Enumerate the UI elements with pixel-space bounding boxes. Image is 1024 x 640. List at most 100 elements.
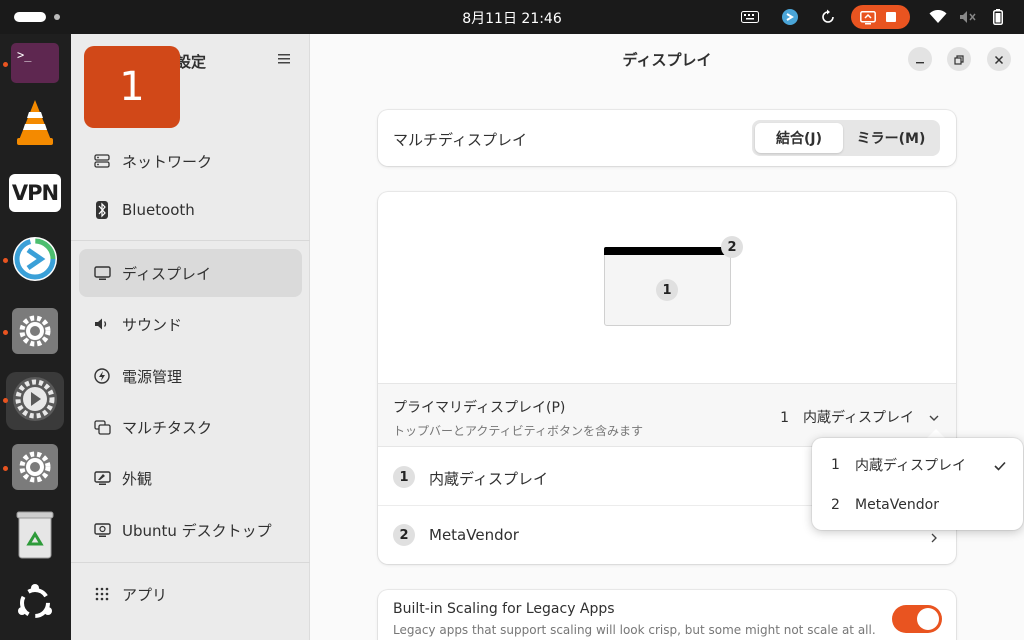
sidebar-title: 設定 <box>176 53 207 71</box>
chevron-down-icon <box>928 409 940 421</box>
sidebar-item-bluetooth[interactable]: Bluetooth <box>79 186 302 234</box>
sidebar-item-label: サウンド <box>122 315 183 334</box>
running-indicator <box>3 466 8 471</box>
dock-settings[interactable] <box>3 304 64 362</box>
display-number-badge: 1 <box>393 466 415 488</box>
volume-muted-icon[interactable] <box>958 8 978 26</box>
popover-option-metavendor[interactable]: 2 MetaVendor <box>820 487 1015 523</box>
primary-display-subtitle: トップバーとアクティビティボタンを含みます <box>393 424 643 438</box>
screen-record-indicator[interactable] <box>851 5 910 29</box>
multi-display-toggle: 結合(J) ミラー(M) <box>752 120 940 156</box>
sidebar-item-display[interactable]: ディスプレイ <box>79 249 302 297</box>
keyboard-icon[interactable] <box>740 8 760 26</box>
legacy-scaling-title: Built-in Scaling for Legacy Apps <box>393 601 615 617</box>
apps-icon <box>92 584 112 604</box>
sidebar-divider <box>71 240 310 241</box>
sidebar-item-network[interactable]: ネットワーク <box>79 137 302 185</box>
dock-trash[interactable] <box>6 508 64 566</box>
remote-desktop-app-icon <box>11 235 59 287</box>
legacy-scaling-card: Built-in Scaling for Legacy Apps Legacy … <box>378 590 956 640</box>
sidebar-item-label: Ubuntu デスクトップ <box>122 521 272 540</box>
multi-display-card: マルチディスプレイ 結合(J) ミラー(M) <box>378 110 956 166</box>
terminal-icon: >_ <box>11 43 59 87</box>
running-indicator <box>3 330 8 335</box>
option-number: 2 <box>831 497 840 513</box>
vpn-icon: VPN <box>9 174 61 212</box>
monitor-2-number[interactable]: 2 <box>721 236 743 258</box>
hamburger-menu-icon[interactable] <box>278 50 294 66</box>
display-name: 内蔵ディスプレイ <box>429 470 548 488</box>
minimize-button[interactable] <box>908 47 932 71</box>
sidebar-item-power[interactable]: 電源管理 <box>79 352 302 400</box>
dock-vlc[interactable] <box>6 96 64 154</box>
settings-gear-icon <box>12 444 58 494</box>
power-icon <box>92 366 112 386</box>
switch-knob <box>917 608 939 630</box>
sidebar-item-appearance[interactable]: 外観 <box>79 454 302 502</box>
monitor-1-number: 1 <box>656 279 678 301</box>
sidebar-item-label: 電源管理 <box>122 367 183 386</box>
checkmark-icon <box>993 458 1007 472</box>
dock-settings-2[interactable] <box>3 440 64 498</box>
restore-icon <box>954 50 964 69</box>
vlc-icon <box>13 98 57 152</box>
dock: >_ VPN <box>0 34 71 640</box>
running-indicator <box>3 398 8 403</box>
bluetooth-icon <box>92 200 112 220</box>
minimize-icon <box>915 50 925 69</box>
popover-option-builtin[interactable]: 1 内蔵ディスプレイ <box>820 447 1015 483</box>
screen-record-icon <box>860 10 876 29</box>
sidebar-item-multitask[interactable]: マルチタスク <box>79 403 302 451</box>
running-indicator <box>3 258 8 263</box>
display-name: MetaVendor <box>429 526 519 544</box>
step-badge: 1 <box>84 46 180 128</box>
display-arrangement-area: 1 2 <box>378 192 956 383</box>
svg-text:>_: >_ <box>17 48 32 62</box>
appearance-icon <box>92 468 112 488</box>
ubuntu-desktop-icon <box>92 520 112 540</box>
maximize-button[interactable] <box>947 47 971 71</box>
monitor-topbar <box>604 247 731 255</box>
sidebar-divider <box>71 562 310 563</box>
sidebar-item-label: ディスプレイ <box>122 264 211 283</box>
option-label: 内蔵ディスプレイ <box>855 458 967 474</box>
primary-display-value: 1 内蔵ディスプレイ <box>780 410 914 426</box>
wifi-icon[interactable] <box>928 8 948 26</box>
multi-display-label: マルチディスプレイ <box>393 131 527 149</box>
sound-icon <box>92 314 112 334</box>
dock-show-apps[interactable] <box>6 576 64 634</box>
refresh-icon[interactable] <box>818 8 838 26</box>
settings-gear-icon <box>12 308 58 358</box>
remote-desktop-icon[interactable] <box>780 8 800 26</box>
dock-remote-desktop[interactable] <box>3 232 64 290</box>
dock-vpn[interactable]: VPN <box>6 164 64 222</box>
legacy-scaling-switch[interactable] <box>892 605 942 633</box>
running-indicator <box>3 62 8 67</box>
display-icon <box>92 263 112 283</box>
network-icon <box>92 151 112 171</box>
trash-icon <box>15 510 55 564</box>
sidebar-item-sound[interactable]: サウンド <box>79 300 302 348</box>
sidebar-item-label: Bluetooth <box>122 201 195 219</box>
close-button[interactable] <box>987 47 1011 71</box>
settings-gear-icon <box>11 375 59 427</box>
display-number-badge: 2 <box>393 524 415 546</box>
primary-display-popover: 1 内蔵ディスプレイ 2 MetaVendor <box>812 438 1023 530</box>
sidebar-item-label: マルチタスク <box>122 418 213 437</box>
sidebar-item-apps[interactable]: アプリ <box>79 570 302 618</box>
close-icon <box>994 50 1004 69</box>
join-displays-button[interactable]: 結合(J) <box>755 123 843 153</box>
option-label: MetaVendor <box>855 497 939 513</box>
sidebar-item-ubuntu-desktop[interactable]: Ubuntu デスクトップ <box>79 506 302 554</box>
mirror-displays-button[interactable]: ミラー(M) <box>846 123 936 153</box>
ubuntu-apps-icon <box>15 583 55 627</box>
chevron-right-icon <box>930 529 938 543</box>
battery-icon[interactable] <box>988 8 1008 26</box>
option-number: 1 <box>831 457 840 473</box>
vpn-label: VPN <box>11 181 59 205</box>
legacy-scaling-subtitle: Legacy apps that support scaling will lo… <box>393 623 876 637</box>
dock-settings-active[interactable] <box>3 372 64 430</box>
stop-icon <box>886 12 896 22</box>
sidebar-item-label: アプリ <box>122 585 168 604</box>
dock-terminal[interactable]: >_ <box>3 36 64 94</box>
